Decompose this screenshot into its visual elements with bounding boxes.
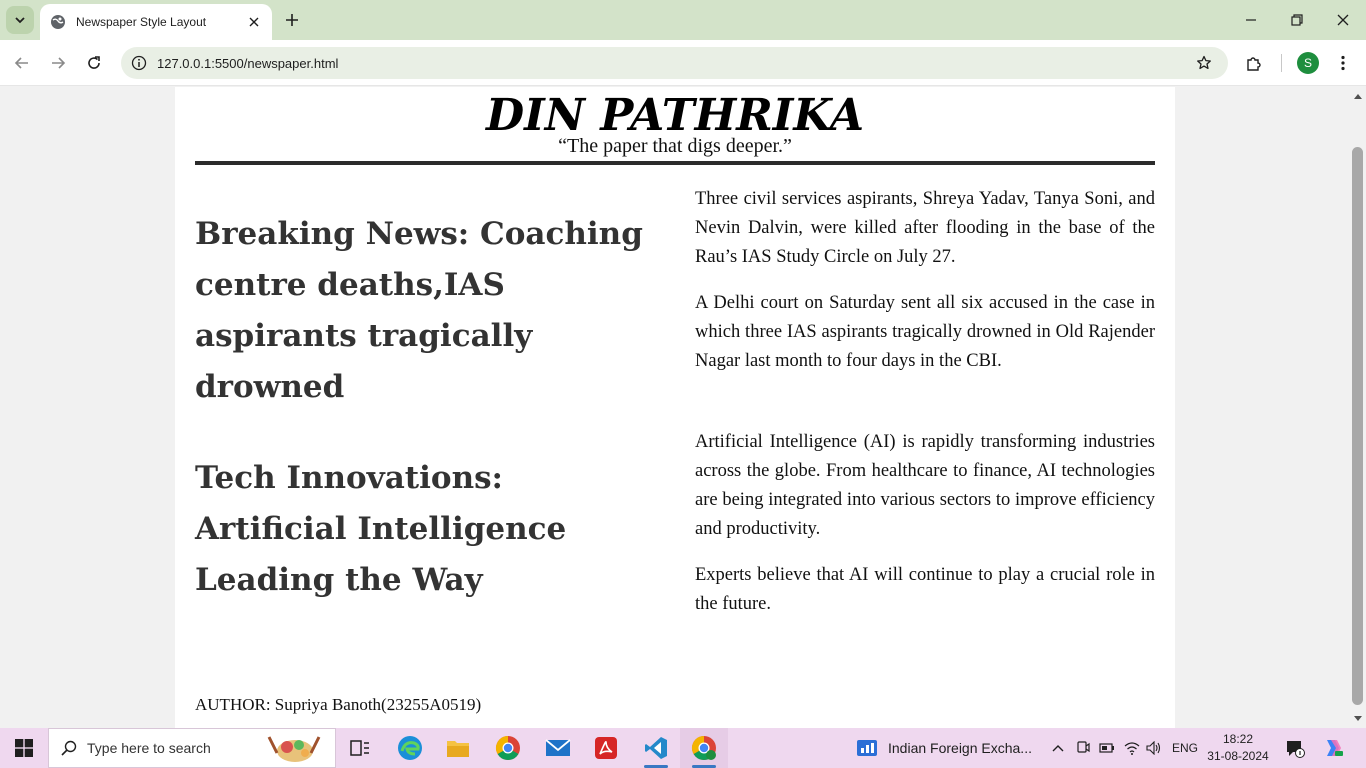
plus-icon: [286, 14, 298, 26]
extensions-button[interactable]: [1240, 49, 1268, 77]
chart-news-icon: [857, 740, 877, 756]
chevron-down-icon: [15, 17, 25, 24]
article-paragraph: Three civil services aspirants, Shreya Y…: [695, 189, 1155, 267]
close-icon: [1337, 14, 1349, 26]
masthead-divider: [195, 161, 1155, 165]
chrome-app[interactable]: [484, 728, 532, 768]
vscode-app[interactable]: [632, 728, 680, 768]
newspaper-title: DIN PATHRIKA: [486, 90, 864, 141]
url-text[interactable]: 127.0.0.1:5500/newspaper.html: [157, 56, 1188, 71]
search-icon: [61, 740, 77, 756]
scroll-down-arrow-icon[interactable]: [1353, 714, 1363, 724]
clock-time: 18:22: [1222, 732, 1254, 746]
author-credit: AUTHOR: Supriya Banoth(23255A0519): [195, 695, 482, 714]
article-headline: Breaking News: Coaching centre deaths,IA…: [195, 216, 643, 405]
input-language-indicator[interactable]: ENG: [1172, 728, 1198, 768]
page-scrollbar[interactable]: [1350, 87, 1366, 728]
restore-icon: [1291, 14, 1303, 26]
puzzle-icon: [1247, 57, 1261, 71]
volume-icon[interactable]: [1146, 740, 1162, 756]
newspaper-container: DIN PATHRIKA “The paper that digs deeper…: [175, 87, 1175, 728]
toolbar-divider: [1281, 54, 1282, 72]
notifications-icon[interactable]: [1285, 739, 1305, 759]
search-placeholder: Type here to search: [87, 740, 211, 756]
taskbar-clock[interactable]: 18:22 31-08-2024: [1206, 731, 1270, 765]
site-info-icon[interactable]: [123, 47, 155, 79]
page-viewport: DIN PATHRIKA “The paper that digs deeper…: [0, 87, 1350, 728]
search-highlight-icon: [263, 733, 325, 768]
arrow-right-icon: [52, 57, 66, 69]
start-button[interactable]: [0, 728, 48, 768]
taskbar-search-box[interactable]: Type here to search: [48, 728, 336, 768]
chrome-icon: [691, 736, 716, 761]
meet-now-icon[interactable]: [1075, 740, 1091, 756]
windows-taskbar: Type here to search Indian Foreign Excha…: [0, 728, 1366, 768]
wifi-icon[interactable]: [1124, 740, 1140, 756]
tab-title: Newspaper Style Layout: [76, 15, 207, 29]
article-paragraph: A Delhi court on Saturday sent all six a…: [695, 293, 1155, 371]
back-button[interactable]: [8, 49, 36, 77]
file-explorer-app[interactable]: [434, 728, 482, 768]
newspaper-tagline: “The paper that digs deeper.”: [558, 135, 792, 157]
globe-icon: [50, 14, 66, 30]
windows-logo-icon: [15, 739, 33, 757]
browser-menu-button[interactable]: [1329, 49, 1357, 77]
task-view-icon: [350, 740, 369, 756]
tab-search-button[interactable]: [6, 6, 34, 34]
scroll-up-arrow-icon[interactable]: [1353, 91, 1363, 101]
copilot-icon[interactable]: [1323, 738, 1343, 758]
scrollbar-thumb[interactable]: [1352, 147, 1363, 705]
bookmark-star-icon[interactable]: [1188, 47, 1220, 79]
browser-tab[interactable]: Newspaper Style Layout: [40, 4, 272, 40]
minimize-icon: [1246, 19, 1256, 21]
article-paragraph: Experts believe that AI will continue to…: [695, 565, 1155, 614]
forward-button[interactable]: [44, 49, 72, 77]
close-window-button[interactable]: [1320, 4, 1366, 36]
tab-strip: Newspaper Style Layout: [0, 0, 1366, 40]
address-bar[interactable]: 127.0.0.1:5500/newspaper.html: [121, 47, 1228, 79]
chrome-icon: [495, 736, 520, 761]
pdf-icon: [595, 737, 617, 759]
browser-toolbar: 127.0.0.1:5500/newspaper.html S: [0, 40, 1366, 86]
profile-avatar[interactable]: S: [1297, 52, 1319, 74]
acrobat-app[interactable]: [582, 728, 630, 768]
folder-icon: [447, 741, 469, 757]
kebab-menu-icon: [1341, 55, 1345, 71]
article-paragraph: Artificial Intelligence (AI) is rapidly …: [695, 432, 1155, 539]
reload-button[interactable]: [80, 49, 108, 77]
news-widget-text: Indian Foreign Excha...: [888, 740, 1032, 756]
restore-button[interactable]: [1274, 4, 1320, 36]
mail-app[interactable]: [534, 728, 582, 768]
task-view-button[interactable]: [336, 728, 384, 768]
new-tab-button[interactable]: [280, 8, 304, 32]
show-hidden-icons-chevron-icon[interactable]: [1050, 740, 1066, 756]
edge-icon: [398, 736, 422, 760]
article-headline: Tech Innovations: Artificial Intelligenc…: [195, 460, 567, 598]
chrome-profile-app[interactable]: [680, 728, 728, 768]
clock-date: 31-08-2024: [1207, 749, 1269, 763]
vscode-icon: [645, 737, 667, 759]
minimize-button[interactable]: [1228, 4, 1274, 36]
battery-icon[interactable]: [1099, 740, 1115, 756]
mail-icon: [545, 739, 571, 756]
edge-app[interactable]: [386, 728, 434, 768]
reload-icon: [88, 56, 100, 69]
close-tab-icon[interactable]: [246, 14, 262, 30]
news-widget[interactable]: Indian Foreign Excha...: [856, 728, 1032, 768]
arrow-left-icon: [14, 57, 28, 69]
